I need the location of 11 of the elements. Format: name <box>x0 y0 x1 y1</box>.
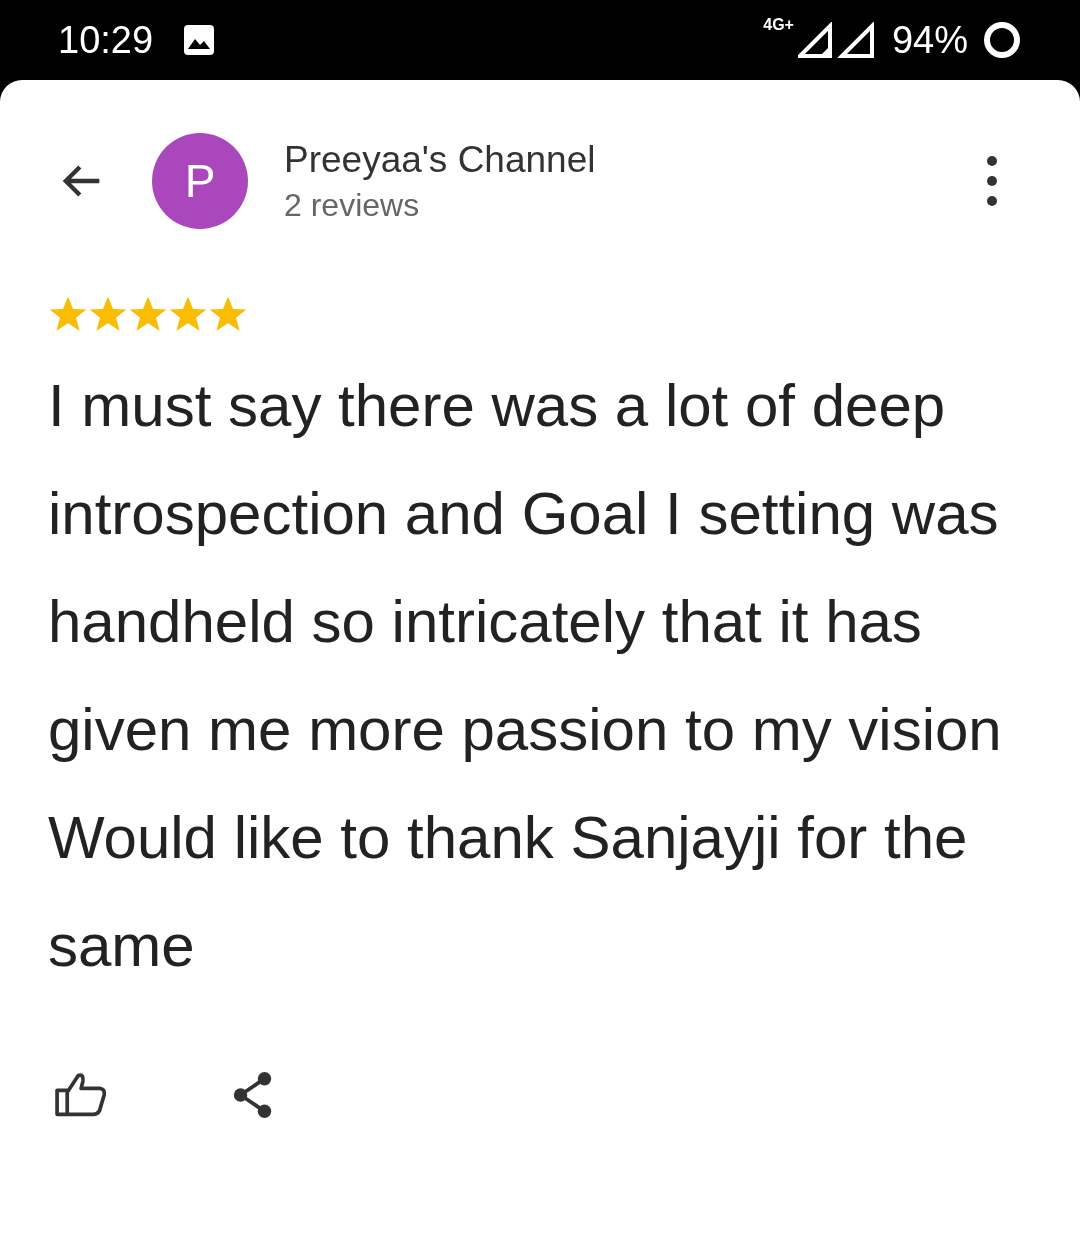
review-count: 2 reviews <box>284 186 421 224</box>
image-icon <box>183 24 216 56</box>
avatar: P <box>152 133 248 229</box>
network-label: 4G+ <box>763 16 794 34</box>
battery-icon <box>982 20 1022 60</box>
channel-name: Preeyaa's Channel <box>284 138 597 181</box>
more-button[interactable] <box>986 155 998 207</box>
more-icon <box>986 155 998 207</box>
status-time: 10:29 <box>58 18 154 62</box>
battery-percent: 94% <box>891 18 968 62</box>
review-text: I must say there was a lot of deep introspection and Goal I setting was handheld so intricately that it has given me more passion to my vision Would like to thank Sanjayji for the same <box>48 371 1003 981</box>
